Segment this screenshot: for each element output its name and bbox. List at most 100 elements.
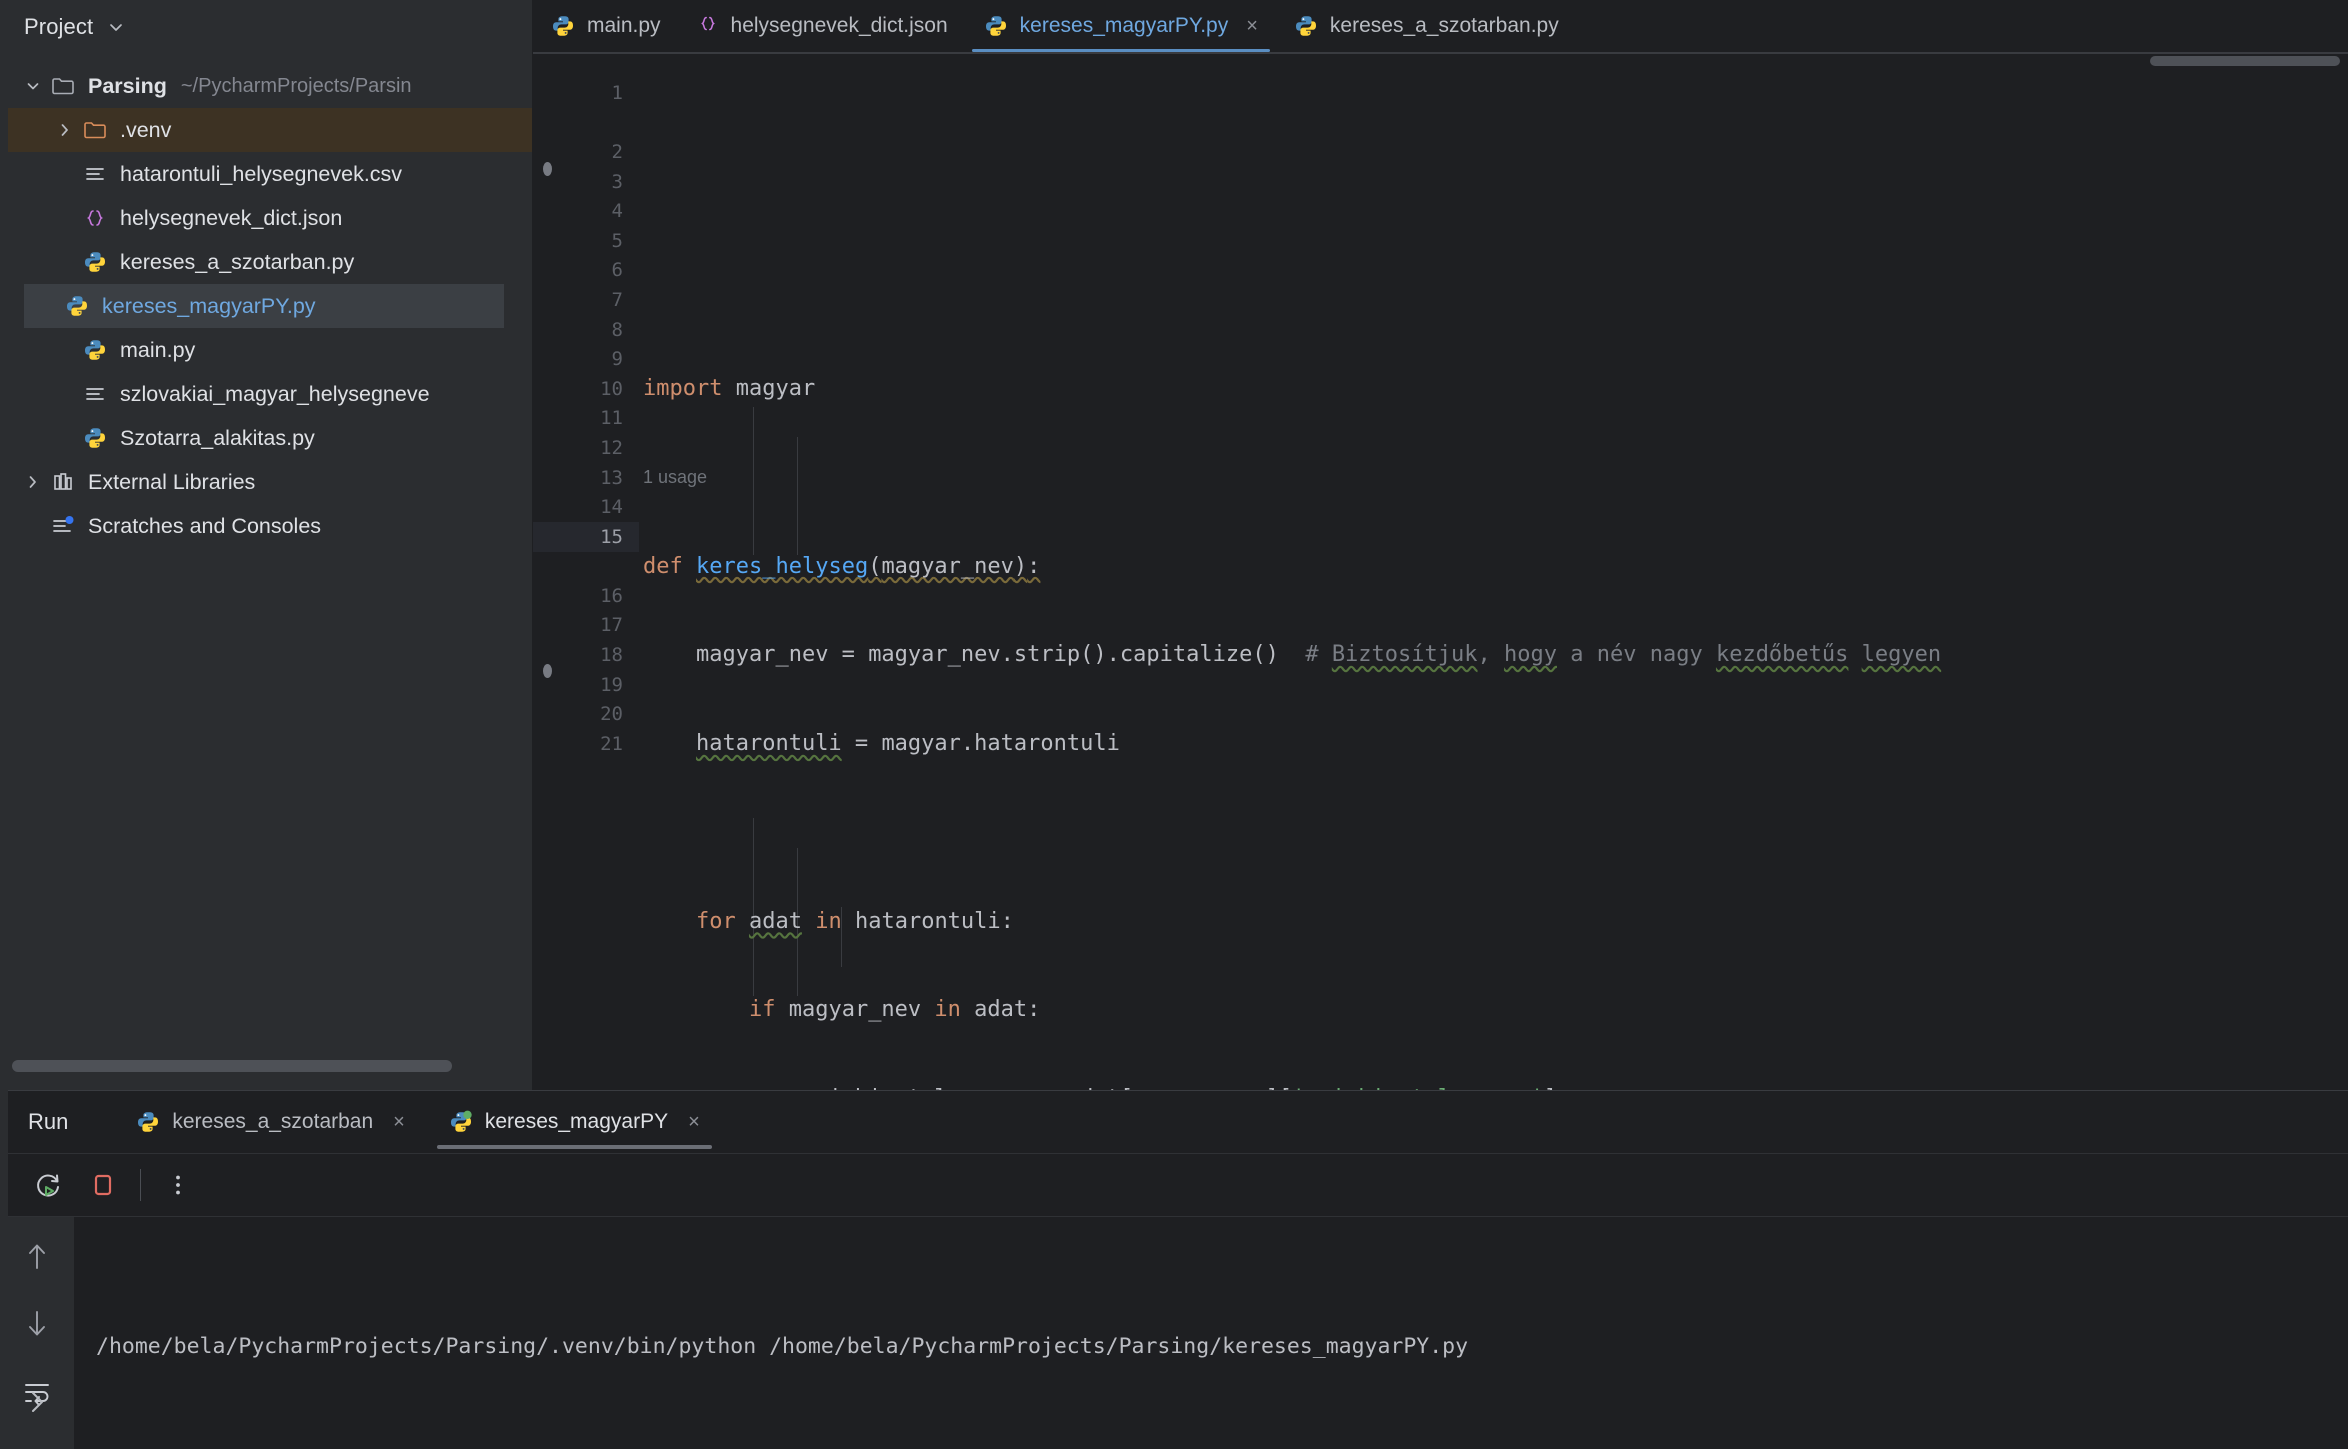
line-number: 17	[600, 614, 623, 637]
tab-label: helysegnevek_dict.json	[730, 14, 948, 37]
run-tab-bar: Run kereses_a_szotarban × kereses_magyar…	[0, 1091, 2348, 1153]
json-file-icon	[697, 13, 719, 40]
python-file-icon	[136, 1110, 160, 1134]
tree-item-label: .venv	[120, 117, 172, 142]
run-tab-kereses-a-szotarban[interactable]: kereses_a_szotarban ×	[114, 1091, 426, 1153]
line-number: 21	[600, 732, 623, 755]
line-number: 14	[600, 496, 623, 519]
project-panel-header[interactable]: Project	[0, 0, 532, 54]
console-line-command: /home/bela/PycharmProjects/Parsing/.venv…	[96, 1334, 1469, 1359]
tree-item-label: szlovakiai_magyar_helysegneve	[120, 381, 430, 406]
run-tab-label: kereses_magyarPY	[484, 1110, 669, 1133]
code-content[interactable]: import magyar 1 usage def keres_helyseg(…	[639, 52, 2348, 1090]
tab-label: main.py	[587, 14, 661, 37]
python-file-icon	[551, 14, 575, 38]
line-number: 13	[600, 466, 623, 489]
python-file-icon	[80, 337, 110, 363]
tree-item-label: kereses_magyarPY.py	[102, 293, 316, 318]
tree-item-parsing[interactable]: Parsing ~/PycharmProjects/Parsin	[0, 64, 532, 108]
project-tool-window: Project Parsing ~/PycharmProjects/Parsin	[0, 0, 533, 1090]
usage-hint[interactable]: 1 usage	[643, 463, 2348, 493]
line-number: 11	[600, 407, 623, 430]
close-icon[interactable]: ×	[1246, 15, 1258, 38]
tree-item-external-libraries[interactable]: External Libraries	[0, 460, 532, 504]
tree-item-szotarra-alakitas-py[interactable]: Szotarra_alakitas.py	[0, 416, 532, 460]
main-area: Project Parsing ~/PycharmProjects/Parsin	[0, 0, 2348, 1090]
line-number: 20	[600, 703, 623, 726]
chevron-right-icon[interactable]	[18, 473, 48, 491]
tree-item-szlovakiai-csv[interactable]: szlovakiai_magyar_helysegneve	[0, 372, 532, 416]
line-number: 8	[611, 318, 623, 341]
code-line-7: if magyar_nev in adat:	[748, 997, 1041, 1023]
editor-top-divider	[533, 52, 2348, 54]
code-line-4: hatarontuli = magyar.hatarontuli	[695, 731, 1120, 757]
code-line-1: import magyar	[643, 375, 816, 401]
tree-item-label: hatarontuli_helysegnevek.csv	[120, 161, 403, 186]
tab-main-py[interactable]: main.py	[533, 0, 679, 52]
chevron-right-icon[interactable]	[50, 121, 80, 139]
tree-item-label: helysegnevek_dict.json	[120, 205, 343, 230]
more-options-button[interactable]	[151, 1158, 205, 1212]
run-gutter-marker[interactable]	[543, 664, 557, 678]
json-file-icon	[80, 205, 110, 231]
line-number: 9	[611, 348, 623, 371]
line-number: 6	[611, 259, 623, 282]
chevron-down-icon[interactable]	[18, 77, 48, 95]
editor-gutter[interactable]: 1 . 2 3 4 5 6 7 8 9 10 11 12 13 14 15 .	[533, 52, 639, 1090]
project-tree: Parsing ~/PycharmProjects/Parsin .venv h…	[0, 54, 532, 548]
tree-item-label: Scratches and Consoles	[88, 513, 322, 538]
tab-helysegnevek-dict-json[interactable]: helysegnevek_dict.json	[679, 0, 966, 52]
tab-kereses-a-szotarban-py[interactable]: kereses_a_szotarban.py	[1276, 0, 1577, 52]
console-output[interactable]: /home/bela/PycharmProjects/Parsing/.venv…	[74, 1217, 2348, 1449]
tree-item-kereses-magyarpy-py[interactable]: kereses_magyarPY.py	[24, 284, 504, 328]
chevron-down-icon[interactable]	[107, 18, 125, 36]
tree-item-label: main.py	[120, 337, 196, 362]
tree-item-label: Parsing	[88, 73, 167, 98]
run-gutter-marker[interactable]	[543, 162, 557, 176]
run-tab-kereses-magyarpy[interactable]: kereses_magyarPY ×	[427, 1091, 722, 1153]
code-editor[interactable]: 1 . 2 3 4 5 6 7 8 9 10 11 12 13 14 15 .	[533, 52, 2348, 1090]
tab-kereses-magyarpy-py[interactable]: kereses_magyarPY.py ×	[966, 0, 1276, 52]
close-icon[interactable]: ×	[688, 1111, 700, 1134]
tree-item-hatarontuli-csv[interactable]: hatarontuli_helysegnevek.csv	[0, 152, 532, 196]
tree-item-label: Szotarra_alakitas.py	[120, 425, 315, 450]
tree-item-venv[interactable]: .venv	[0, 108, 532, 152]
python-file-icon	[1294, 14, 1318, 38]
python-file-icon	[984, 14, 1008, 38]
toolbar-separator	[140, 1169, 141, 1201]
tree-item-scratches-and-consoles[interactable]: Scratches and Consoles	[0, 504, 532, 548]
console-area: /home/bela/PycharmProjects/Parsing/.venv…	[0, 1216, 2348, 1449]
tree-item-helysegnevek-json[interactable]: helysegnevek_dict.json	[0, 196, 532, 240]
pycharm-window: Project Parsing ~/PycharmProjects/Parsin	[0, 0, 2348, 1449]
project-horizontal-scrollbar[interactable]	[12, 1060, 452, 1072]
tree-item-main-py[interactable]: main.py	[0, 328, 532, 372]
editor-tab-bar: main.py helysegnevek_dict.json kereses_m…	[533, 0, 2348, 52]
run-toolbar	[0, 1153, 2348, 1216]
scratches-icon	[48, 513, 78, 539]
rerun-button[interactable]	[22, 1158, 76, 1212]
tree-item-kereses-a-szotarban-py[interactable]: kereses_a_szotarban.py	[0, 240, 532, 284]
line-number: 7	[611, 288, 623, 311]
code-line-8: mai_hivatalos_nev = adat[magyar_nev]['ma…	[643, 1084, 2348, 1090]
tree-item-label: kereses_a_szotarban.py	[120, 249, 355, 274]
tab-label: kereses_magyarPY.py	[1019, 14, 1229, 37]
chevron-right-icon[interactable]	[20, 1385, 54, 1419]
close-icon[interactable]: ×	[393, 1111, 405, 1134]
python-run-icon	[449, 1110, 473, 1134]
run-tool-window: Run kereses_a_szotarban × kereses_magyar…	[0, 1090, 2348, 1449]
csv-file-icon	[80, 161, 110, 187]
stop-button[interactable]	[76, 1158, 130, 1212]
editor-area: main.py helysegnevek_dict.json kereses_m…	[533, 0, 2348, 1090]
folder-icon	[48, 73, 78, 99]
code-line-3: magyar_nev = magyar_nev.strip().capitali…	[695, 642, 1942, 668]
python-file-icon	[62, 293, 92, 319]
folder-orange-icon	[80, 117, 110, 143]
arrow-up-icon[interactable]	[20, 1239, 54, 1273]
tree-item-path: ~/PycharmProjects/Parsin	[180, 74, 412, 97]
arrow-down-icon[interactable]	[20, 1307, 54, 1341]
csv-file-icon	[80, 381, 110, 407]
line-number: 10	[600, 377, 623, 400]
line-number: 1	[611, 81, 623, 104]
python-file-icon	[80, 425, 110, 451]
line-number: 5	[611, 229, 623, 252]
